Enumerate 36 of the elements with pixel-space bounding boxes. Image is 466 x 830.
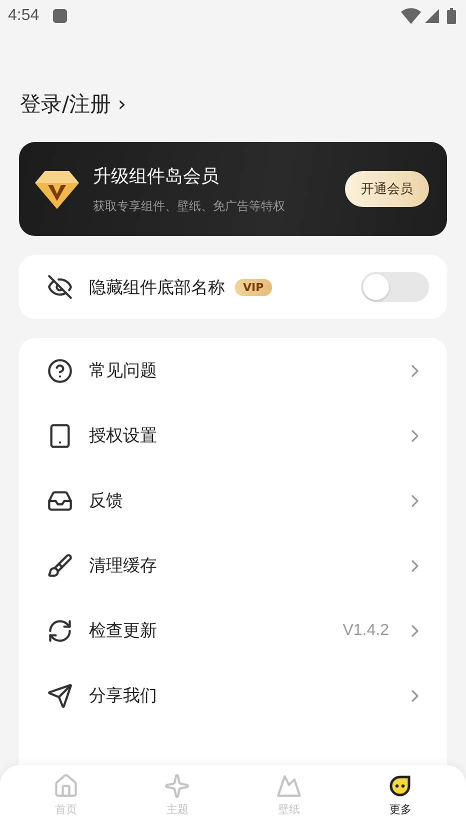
- vip-badge: VIP: [235, 278, 272, 296]
- vip-subtitle: 获取专享组件、壁纸、免广告等特权: [93, 198, 286, 214]
- menu-label: 反馈: [89, 490, 123, 512]
- diamond-icon: [35, 169, 79, 209]
- eye-off-icon: [47, 274, 73, 300]
- menu-label: 分享我们: [89, 685, 157, 707]
- home-icon: [52, 773, 79, 799]
- refresh-icon: [47, 618, 73, 644]
- paper-plane-icon: [47, 682, 73, 708]
- notification-icon: [53, 9, 68, 23]
- login-link[interactable]: 登录/注册 ›: [20, 90, 126, 118]
- signal-icon: [425, 9, 439, 23]
- star-icon: [164, 773, 190, 799]
- help-icon: [47, 358, 73, 384]
- toggle-switch[interactable]: [361, 272, 429, 302]
- menu-label: 检查更新: [89, 620, 157, 642]
- menu-label: 授权设置: [89, 425, 157, 447]
- status-time: 4:54: [8, 7, 40, 25]
- face-icon: [387, 773, 414, 799]
- wifi-icon: [401, 8, 421, 24]
- menu-item[interactable]: 授权设置: [19, 403, 447, 468]
- menu-item[interactable]: 反馈: [19, 468, 447, 533]
- menu-item[interactable]: 检查更新 V1.4.2: [19, 598, 447, 663]
- open-vip-button[interactable]: 开通会员: [345, 171, 429, 207]
- menu-item[interactable]: 分享我们: [19, 663, 447, 728]
- brush-icon: [47, 552, 73, 578]
- nav-tab[interactable]: 更多: [365, 765, 436, 830]
- menu-label: 清理缓存: [89, 555, 157, 577]
- mountain-icon: [276, 773, 302, 799]
- vip-title: 升级组件岛会员: [93, 164, 220, 188]
- menu-item[interactable]: 清理缓存: [19, 533, 447, 598]
- battery-icon: [447, 8, 456, 24]
- menu-item[interactable]: 常见问题: [19, 338, 447, 403]
- version-text: V1.4.2: [342, 622, 389, 640]
- setting-label: 隐藏组件底部名称: [89, 276, 225, 298]
- menu-label: 常见问题: [89, 360, 157, 382]
